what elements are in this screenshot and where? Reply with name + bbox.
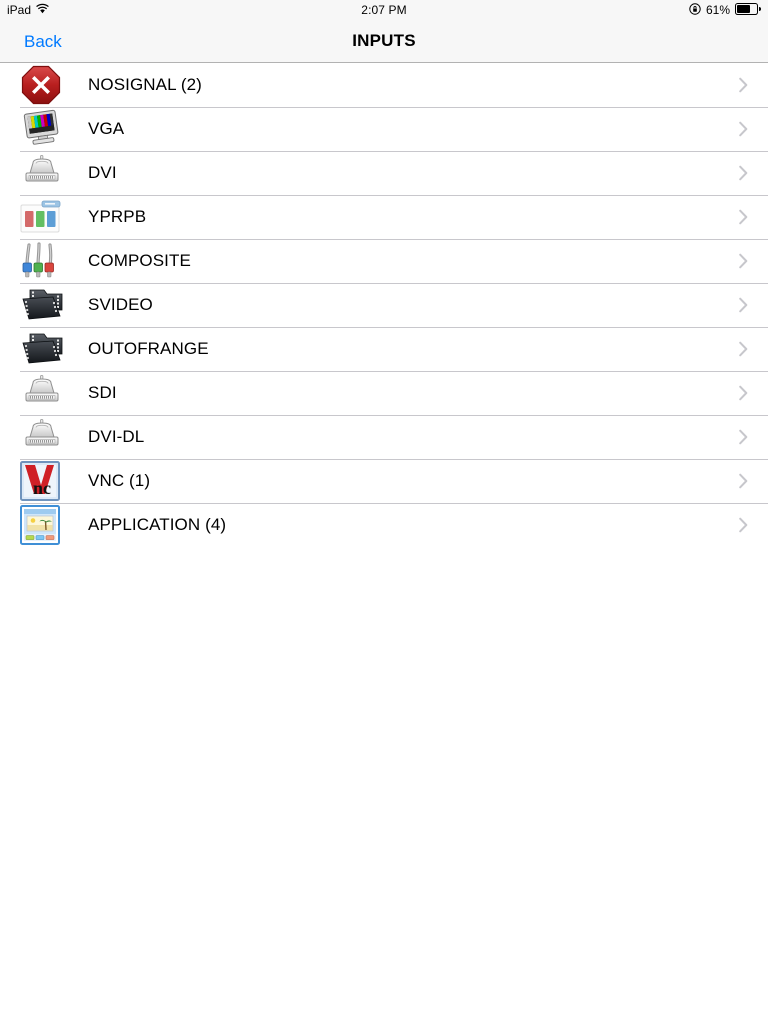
status-bar-left: iPad — [7, 3, 49, 17]
film-folder-icon — [20, 329, 72, 369]
list-item[interactable]: SVIDEO — [0, 283, 768, 327]
list-item[interactable]: APPLICATION (4) — [0, 503, 768, 547]
carrier-label: iPad — [7, 3, 32, 17]
wifi-icon — [36, 3, 49, 17]
svg-text:nc: nc — [33, 478, 51, 498]
rotation-lock-icon — [689, 2, 701, 18]
list-item-label: COMPOSITE — [88, 251, 191, 270]
navigation-bar: Back INPUTS — [0, 20, 768, 63]
list-item-label: DVI-DL — [88, 427, 145, 446]
list-item-label: OUTOFRANGE — [88, 339, 209, 358]
dvi-connector-icon — [20, 153, 72, 193]
list-item[interactable]: nc VNC (1) — [0, 459, 768, 503]
chevron-right-icon[interactable] — [739, 165, 748, 181]
chevron-right-icon[interactable] — [739, 517, 748, 533]
film-folder-icon — [20, 285, 72, 325]
chevron-right-icon[interactable] — [739, 341, 748, 357]
battery-percent-label: 61% — [705, 3, 730, 17]
no-signal-icon — [20, 65, 72, 105]
inputs-list: NOSIGNAL (2) VGA DVI YPRPB COMPOSITE SVI… — [0, 63, 768, 547]
vga-monitor-icon — [20, 109, 72, 149]
chevron-right-icon[interactable] — [739, 253, 748, 269]
list-item[interactable]: VGA — [0, 107, 768, 151]
list-item-label: SDI — [88, 383, 117, 402]
list-item-label: NOSIGNAL (2) — [88, 75, 202, 94]
list-item-label: DVI — [88, 163, 117, 182]
list-item-label: VNC (1) — [88, 471, 151, 490]
chevron-right-icon[interactable] — [739, 297, 748, 313]
list-item[interactable]: SDI — [0, 371, 768, 415]
list-item-label: SVIDEO — [88, 295, 153, 314]
application-window-icon — [20, 505, 72, 545]
dvi-connector-icon — [20, 417, 72, 457]
clock-label: 2:07 PM — [361, 3, 407, 17]
battery-icon — [735, 2, 761, 18]
ipad-screen: iPad 2:07 PM 61% Back INPUTS NOSIGNAL (2… — [0, 0, 768, 1024]
vnc-logo-icon: nc — [20, 461, 72, 501]
page-title: INPUTS — [352, 31, 416, 50]
yprpb-bars-icon — [20, 197, 72, 237]
chevron-right-icon[interactable] — [739, 77, 748, 93]
composite-rca-cables-icon — [20, 241, 72, 281]
chevron-right-icon[interactable] — [739, 473, 748, 489]
chevron-right-icon[interactable] — [739, 209, 748, 225]
list-item[interactable]: NOSIGNAL (2) — [0, 63, 768, 107]
list-item[interactable]: OUTOFRANGE — [0, 327, 768, 371]
list-item[interactable]: DVI-DL — [0, 415, 768, 459]
status-bar: iPad 2:07 PM 61% — [0, 0, 768, 20]
chevron-right-icon[interactable] — [739, 429, 748, 445]
chevron-right-icon[interactable] — [739, 385, 748, 401]
list-item[interactable]: DVI — [0, 151, 768, 195]
list-item[interactable]: COMPOSITE — [0, 239, 768, 283]
chevron-right-icon[interactable] — [739, 121, 748, 137]
status-bar-right: 61% — [689, 2, 761, 18]
list-item-label: YPRPB — [88, 207, 147, 226]
dvi-connector-icon — [20, 373, 72, 413]
list-item-label: APPLICATION (4) — [88, 515, 227, 534]
list-item-label: VGA — [88, 119, 125, 138]
list-item[interactable]: YPRPB — [0, 195, 768, 239]
